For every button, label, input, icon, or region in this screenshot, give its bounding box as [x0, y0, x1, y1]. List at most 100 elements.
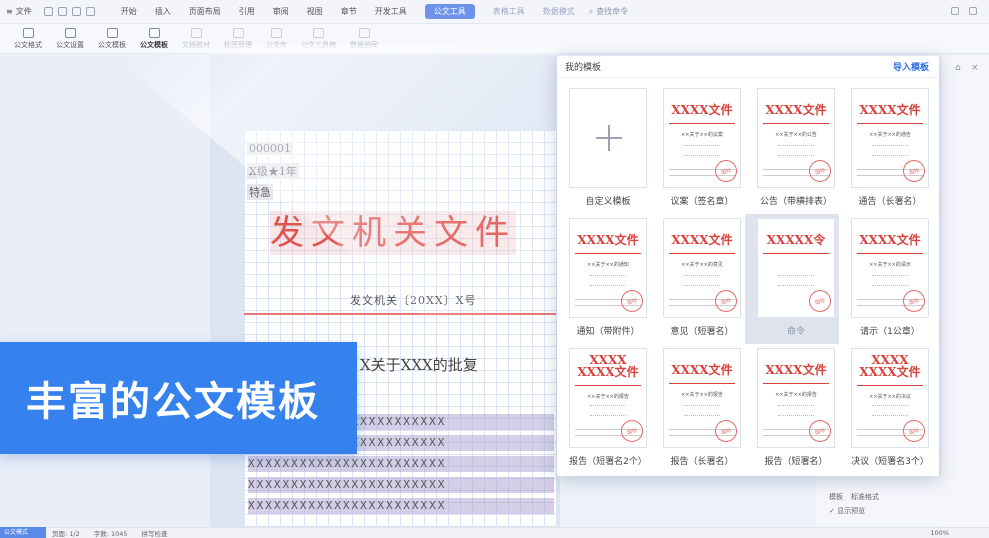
- doc-title: 发文机关文件: [270, 211, 516, 255]
- close-icon[interactable]: ×: [971, 63, 979, 73]
- template-card[interactable]: XXXX文件 ××关于××的报告 国标 报告（短署名）: [745, 344, 839, 474]
- template-placeholder-line: [872, 145, 908, 146]
- popup-title: 我的模板: [565, 63, 602, 73]
- tab-2[interactable]: 页面布局: [189, 6, 221, 17]
- template-card[interactable]: 自定义模板: [557, 84, 651, 214]
- import-template-button[interactable]: 导入模板: [893, 60, 929, 73]
- template-header: XXXX文件: [859, 233, 921, 247]
- ribbon-item-1[interactable]: 公文设置: [56, 27, 84, 50]
- tab-9[interactable]: 表格工具: [493, 6, 525, 17]
- tab-10[interactable]: 数据模式: [543, 6, 575, 17]
- template-red-line: [857, 385, 923, 386]
- seal-stamp: 国标: [806, 157, 834, 185]
- ribbon-item-7[interactable]: 公文工具箱: [301, 27, 336, 50]
- template-thumbnail: XXXX XXXX文件 ××关于××的决议 国标: [851, 348, 929, 448]
- template-setting-value[interactable]: 标准格式: [851, 492, 879, 502]
- preview-checkbox[interactable]: ✓ 显示预览: [829, 506, 865, 516]
- tab-7[interactable]: 开发工具: [375, 6, 407, 17]
- template-card[interactable]: XXXX文件 ××关于××的通告 国标 通告（长署名）: [839, 84, 933, 214]
- ribbon-item-label: 文档校对: [182, 40, 210, 49]
- file-menu[interactable]: ≡ 文件: [6, 6, 32, 17]
- template-label: 请示（1公章）: [860, 327, 920, 337]
- window-controls: [951, 7, 977, 15]
- template-red-line: [857, 123, 923, 124]
- ribbon-item-label: 公文库: [266, 40, 287, 49]
- word-count[interactable]: 字数: 1045: [94, 528, 128, 538]
- save-icon[interactable]: [43, 7, 53, 16]
- pin-icon[interactable]: ⌂: [955, 63, 961, 73]
- template-card[interactable]: XXXX文件 ××关于××的通知 国标 通知（带附件）: [557, 214, 651, 344]
- doc-number: 发文机关〔20XX〕X号: [350, 294, 477, 307]
- template-label: 决议（短署名3个）: [851, 457, 929, 467]
- search-label: 查找命令: [596, 7, 629, 16]
- template-card[interactable]: XXXX XXXX文件 ××关于××的决议 国标决议（短署名3个）: [839, 344, 933, 474]
- template-placeholder-line: [590, 285, 626, 286]
- ribbon-item-5[interactable]: 标签管理: [224, 27, 252, 50]
- doc-body-line: XXXXXXXXXXXXXXXXXXXXXXX: [248, 477, 554, 493]
- template-placeholder-line: [778, 275, 814, 276]
- caption-text: 丰富的公文模板: [26, 379, 320, 425]
- template-placeholder-line: [778, 405, 814, 406]
- template-doc-title: ××关于××的通告: [869, 132, 911, 138]
- template-header: XXXX文件: [765, 363, 827, 377]
- tab-5[interactable]: 视图: [307, 6, 323, 17]
- template-header: XXXX文件: [859, 103, 921, 117]
- restore-icon[interactable]: [969, 7, 977, 15]
- template-card[interactable]: XXXX文件 ××关于××的公告 国标 公告（带横排表）: [745, 84, 839, 214]
- template-red-line: [575, 385, 641, 386]
- template-doc-title: ××关于××的报告: [587, 394, 629, 400]
- tab-4[interactable]: 审阅: [273, 6, 289, 17]
- ribbon-item-0[interactable]: 公文格式: [14, 27, 42, 50]
- template-header: XXXX文件: [671, 363, 733, 377]
- template-doc-title: ××关于××的请示: [869, 262, 911, 268]
- seal-stamp: 国标: [712, 287, 740, 315]
- template-card[interactable]: XXXX文件 ××关于××的请示 国标 请示（1公章）: [839, 214, 933, 344]
- tab-1[interactable]: 插入: [155, 6, 171, 17]
- template-red-line: [763, 253, 829, 254]
- preview-icon[interactable]: [71, 7, 81, 16]
- undo-icon[interactable]: [85, 7, 95, 16]
- template-setting-label: 模板: [829, 493, 843, 501]
- ribbon-item-4[interactable]: 文档校对: [182, 27, 210, 50]
- ribbon-item-icon: [271, 27, 282, 38]
- template-thumbnail: XXXX文件 ××关于××的通告 国标: [851, 88, 929, 188]
- doc-serial: 000001: [247, 142, 293, 155]
- ribbon-item-label: 公文模板: [140, 40, 168, 49]
- tab-8[interactable]: 公文工具: [424, 4, 475, 19]
- minimize-icon[interactable]: [951, 7, 959, 15]
- template-thumbnail: XXXX文件 ××关于××的报告 国标: [663, 348, 741, 448]
- template-card[interactable]: XXXX文件 ××关于××的报告 国标 报告（长署名）: [651, 344, 745, 474]
- spell-check[interactable]: 拼写检查: [142, 528, 168, 538]
- template-placeholder-line: [872, 155, 908, 156]
- template-placeholder-line: [872, 285, 908, 286]
- ribbon-item-label: 标签管理: [224, 40, 252, 49]
- ribbon-item-2[interactable]: 公文模板: [98, 27, 126, 50]
- template-doc-title: ××关于××的报告: [775, 392, 817, 398]
- tab-6[interactable]: 章节: [341, 6, 357, 17]
- template-placeholder-line: [872, 415, 908, 416]
- template-doc-title: ××关于××的意见: [681, 262, 723, 268]
- search-command[interactable]: ⌕ 查找命令: [589, 6, 628, 17]
- template-thumbnail: XXXX文件 ××关于××的报告 国标: [757, 348, 835, 448]
- template-card[interactable]: XXXXX令 国标 命令: [745, 214, 839, 344]
- template-red-line: [763, 123, 829, 124]
- template-placeholder-line: [590, 275, 626, 276]
- template-card[interactable]: XXXX文件 ××关于××的意见 国标 意见（短署名）: [651, 214, 745, 344]
- ribbon-item-label: 公文模板: [98, 40, 126, 49]
- popup-header: 我的模板 导入模板: [557, 56, 939, 78]
- zoom-level[interactable]: 100%: [930, 529, 949, 537]
- template-red-line: [763, 383, 829, 384]
- doc-body-line: XXXXXXXXXXXXXXXXXXXXXXX: [248, 498, 554, 514]
- ribbon-item-8[interactable]: 数据协同: [350, 27, 378, 50]
- template-card[interactable]: XXXX XXXX文件 ××关于××的报告 国标 报告（短署名2个）: [557, 344, 651, 474]
- print-icon[interactable]: [57, 7, 67, 16]
- tab-3[interactable]: 引用: [239, 6, 255, 17]
- ribbon-item-label: 数据协同: [350, 40, 378, 49]
- ribbon-item-3[interactable]: 公文模板: [140, 27, 168, 50]
- template-thumbnail: XXXX文件 ××关于××的通知 国标: [569, 218, 647, 318]
- template-thumbnail: [569, 88, 647, 188]
- seal-stamp: 国标: [900, 417, 928, 445]
- ribbon-item-6[interactable]: 公文库: [266, 27, 287, 50]
- template-card[interactable]: XXXX文件 ××关于××的议案 国标 议案（签名章）: [651, 84, 745, 214]
- tab-0[interactable]: 开始: [121, 6, 137, 17]
